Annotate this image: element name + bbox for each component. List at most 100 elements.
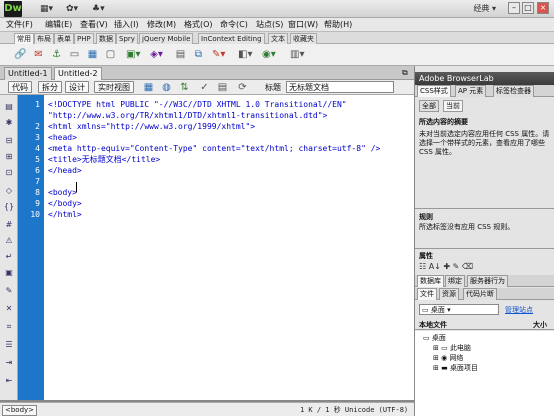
code-editor[interactable]: <!DOCTYPE html PUBLIC "-//W3C//DTD XHTML… bbox=[44, 95, 414, 400]
menu-command[interactable]: 命令(C) bbox=[220, 19, 248, 31]
design-view-button[interactable]: 设计 bbox=[65, 81, 89, 93]
tree-item[interactable]: ▭ 桌面 bbox=[423, 333, 446, 343]
menu-window[interactable]: 窗口(W) bbox=[288, 19, 318, 31]
comment-icon[interactable]: ✎▾ bbox=[212, 48, 225, 61]
site-icon[interactable]: ♣▾ bbox=[92, 2, 105, 16]
tab-assets[interactable]: 资源 bbox=[439, 288, 459, 300]
recent-snippets-icon[interactable]: ☰ bbox=[3, 339, 15, 350]
extend-icon[interactable]: ✿▾ bbox=[66, 2, 78, 16]
doc-tab-untitled-2[interactable]: Untitled-2 bbox=[54, 67, 102, 80]
table-icon[interactable]: ▦ bbox=[86, 48, 99, 61]
outdent-icon[interactable]: ⇤ bbox=[3, 375, 15, 386]
document-toolbar: 代码 拆分 设计 实时视图 ▦ ◍ ⇅ ✓ ▤ ⟳ 标题 无标题文档 bbox=[0, 80, 414, 95]
css-properties-toolbar[interactable]: ☷ A↓ ✚ ✎ ⌫ bbox=[419, 262, 473, 271]
code-line: </html> bbox=[48, 210, 82, 219]
menu-file[interactable]: 文件(F) bbox=[6, 19, 33, 31]
tab-layout[interactable]: 布局 bbox=[34, 33, 54, 44]
tab-snippets[interactable]: 代码片断 bbox=[463, 288, 497, 300]
refresh-icon[interactable]: ⟳ bbox=[236, 81, 249, 94]
css-mode-all[interactable]: 全部 bbox=[419, 100, 439, 112]
open-documents-icon[interactable]: ▤ bbox=[3, 101, 15, 112]
hyperlink-icon[interactable]: 🔗 bbox=[14, 48, 27, 61]
collapse-selection-icon[interactable]: ⊞ bbox=[3, 151, 15, 162]
manage-sites-link[interactable]: 管理站点 bbox=[505, 305, 533, 315]
tab-text[interactable]: 文本 bbox=[268, 33, 288, 44]
head-icon[interactable]: ◧▾ bbox=[238, 48, 252, 61]
indent-icon[interactable]: ⇥ bbox=[3, 357, 15, 368]
menu-view[interactable]: 查看(V) bbox=[80, 19, 108, 31]
tab-databases[interactable]: 数据库 bbox=[417, 275, 444, 287]
tab-common[interactable]: 常用 bbox=[14, 33, 34, 44]
server-include-icon[interactable]: ⧉ bbox=[192, 48, 205, 61]
col-local-files[interactable]: 本地文件 bbox=[419, 320, 447, 330]
hr-icon[interactable]: ▭ bbox=[68, 48, 81, 61]
word-wrap-icon[interactable]: ↵ bbox=[3, 251, 15, 262]
site-select[interactable]: ▭ 桌面 ▾ bbox=[419, 304, 499, 315]
image-icon[interactable]: ▣▾ bbox=[126, 48, 140, 61]
workspace-switcher[interactable]: 经典 ▾ bbox=[473, 3, 496, 14]
div-icon[interactable]: ▢ bbox=[104, 48, 117, 61]
minimize-button[interactable]: – bbox=[508, 2, 520, 14]
menu-edit[interactable]: 编辑(E) bbox=[45, 19, 72, 31]
menu-insert[interactable]: 插入(I) bbox=[114, 19, 139, 31]
tab-server-behaviors[interactable]: 服务器行为 bbox=[467, 275, 508, 287]
code-view-button[interactable]: 代码 bbox=[8, 81, 32, 93]
media-icon[interactable]: ◈▾ bbox=[150, 48, 163, 61]
wrap-tag-icon[interactable]: ⌗ bbox=[3, 321, 15, 332]
tab-files[interactable]: 文件 bbox=[417, 288, 437, 300]
tab-favorites[interactable]: 收藏夹 bbox=[290, 33, 317, 44]
remove-comment-icon[interactable]: ✕ bbox=[3, 303, 15, 314]
collapse-tag-icon[interactable]: ⊟ bbox=[3, 135, 15, 146]
tab-tag-inspector[interactable]: 标签检查器 bbox=[493, 85, 534, 97]
title-input[interactable]: 无标题文档 bbox=[286, 81, 394, 93]
menu-modify[interactable]: 修改(M) bbox=[147, 19, 176, 31]
tab-css-styles[interactable]: CSS样式 bbox=[417, 85, 451, 97]
tree-item[interactable]: ⊞ ▬ 桌面项目 bbox=[433, 363, 478, 373]
expand-all-icon[interactable]: ⊡ bbox=[3, 167, 15, 178]
date-icon[interactable]: ▤ bbox=[174, 48, 187, 61]
maximize-button[interactable]: □ bbox=[522, 2, 534, 14]
browserlab-panel-header[interactable]: Adobe BrowserLab bbox=[415, 72, 554, 85]
balance-braces-icon[interactable]: {} bbox=[3, 201, 15, 212]
menu-site[interactable]: 站点(S) bbox=[256, 19, 283, 31]
tab-jquery-mobile[interactable]: jQuery Mobile bbox=[139, 33, 194, 44]
syntax-coloring-icon[interactable]: ▣ bbox=[3, 267, 15, 278]
check-browser-icon[interactable]: ▤ bbox=[216, 81, 229, 94]
script-icon[interactable]: ◉▾ bbox=[262, 48, 276, 61]
browser-preview-icon[interactable]: ◍ bbox=[160, 81, 173, 94]
layout-icon[interactable]: ▦▾ bbox=[40, 2, 53, 16]
menu-help[interactable]: 帮助(H) bbox=[324, 19, 352, 31]
tree-desktop: 桌面 bbox=[431, 334, 446, 342]
validate-icon[interactable]: ✓ bbox=[198, 81, 211, 94]
tab-php[interactable]: PHP bbox=[74, 33, 94, 44]
split-view-button[interactable]: 拆分 bbox=[38, 81, 62, 93]
tab-ap-elements[interactable]: AP 元素 bbox=[455, 85, 487, 97]
tab-incontext[interactable]: InContext Editing bbox=[198, 33, 265, 44]
restore-icon[interactable]: ⧉ bbox=[402, 68, 408, 78]
doc-tab-untitled-1[interactable]: Untitled-1 bbox=[4, 67, 52, 80]
tab-spry[interactable]: Spry bbox=[116, 33, 138, 44]
multiscreen-icon[interactable]: ▦ bbox=[142, 81, 155, 94]
file-tree: ▭ 桌面 ⊞ ▭ 此电脑 ⊞ ◉ 网络 ⊞ ▬ 桌面项目 bbox=[415, 331, 554, 416]
email-link-icon[interactable]: ✉ bbox=[32, 48, 45, 61]
highlight-invalid-icon[interactable]: ⚠ bbox=[3, 235, 15, 246]
line-numbers-icon[interactable]: # bbox=[3, 219, 15, 230]
close-button[interactable]: × bbox=[537, 2, 549, 14]
menu-format[interactable]: 格式(O) bbox=[184, 19, 213, 31]
site-select-value: 桌面 bbox=[430, 306, 445, 314]
tree-item[interactable]: ⊞ ▭ 此电脑 bbox=[433, 343, 471, 353]
tab-forms[interactable]: 表单 bbox=[54, 33, 74, 44]
select-parent-tag-icon[interactable]: ◇ bbox=[3, 185, 15, 196]
anchor-icon[interactable]: ⚓ bbox=[50, 48, 63, 61]
show-code-navigator-icon[interactable]: ✱ bbox=[3, 117, 15, 128]
apply-comment-icon[interactable]: ✎ bbox=[3, 285, 15, 296]
tab-bindings[interactable]: 绑定 bbox=[445, 275, 465, 287]
file-management-icon[interactable]: ⇅ bbox=[178, 81, 191, 94]
live-view-button[interactable]: 实时视图 bbox=[94, 81, 134, 93]
col-size[interactable]: 大小 bbox=[533, 320, 547, 330]
tree-item[interactable]: ⊞ ◉ 网络 bbox=[433, 353, 463, 363]
tag-selector[interactable]: <body> bbox=[2, 405, 38, 416]
css-mode-current[interactable]: 当前 bbox=[443, 100, 463, 112]
tab-data[interactable]: 数据 bbox=[96, 33, 116, 44]
template-icon[interactable]: ▥▾ bbox=[290, 48, 304, 61]
